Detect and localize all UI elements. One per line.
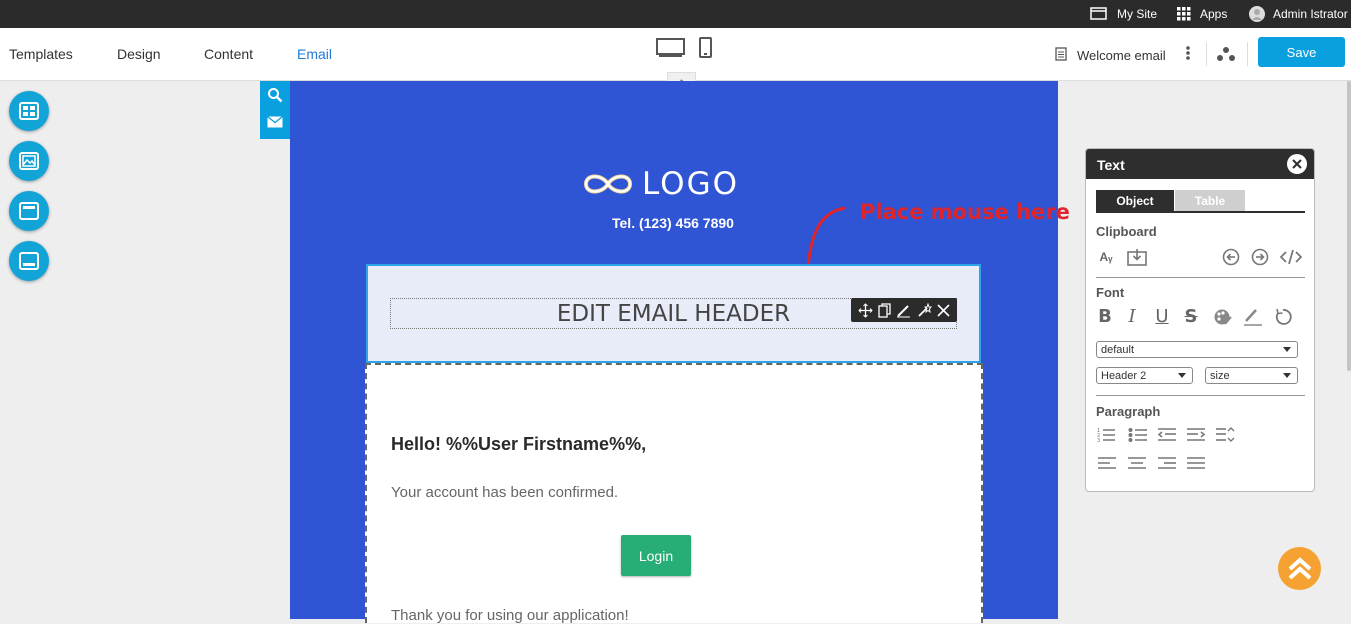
indent-icon[interactable]: [1186, 426, 1206, 444]
format-select[interactable]: Header 2: [1096, 367, 1193, 384]
panel-header: Text: [1086, 149, 1314, 179]
strikethrough-icon[interactable]: S: [1181, 306, 1201, 327]
footer-layout-icon: [19, 252, 39, 270]
chevron-down-icon: [1178, 373, 1186, 378]
tab-content[interactable]: Content: [204, 46, 253, 62]
layout-icon: [19, 102, 39, 120]
font-section-label: Font: [1096, 285, 1125, 300]
element-toolbar: [851, 298, 957, 322]
clipboard-section-label: Clipboard: [1096, 224, 1157, 239]
collapse-toolbar-button[interactable]: [667, 72, 696, 85]
tab-design[interactable]: Design: [117, 46, 161, 62]
section-divider: [1096, 395, 1305, 396]
double-chevron-up-icon: [1288, 556, 1311, 579]
image-blocks-button[interactable]: [9, 141, 49, 181]
email-login-button[interactable]: Login: [621, 535, 691, 576]
my-site-link[interactable]: My Site: [1090, 0, 1157, 28]
kebab-menu-icon[interactable]: [1185, 45, 1191, 61]
line-height-icon[interactable]: [1215, 426, 1235, 444]
chevron-down-icon: [1283, 347, 1291, 352]
font-family-select[interactable]: default: [1096, 341, 1298, 358]
outdent-icon[interactable]: [1157, 426, 1177, 444]
chevron-down-icon: [1283, 373, 1291, 378]
bullet-list-icon[interactable]: [1128, 426, 1148, 444]
close-icon: [1292, 159, 1302, 169]
save-button[interactable]: Save: [1258, 37, 1345, 67]
font-family-value: default: [1101, 344, 1135, 356]
header-layout-icon: [19, 202, 39, 220]
search-icon[interactable]: [267, 87, 283, 103]
toolbar-divider: [1206, 42, 1207, 66]
highlight-icon[interactable]: [1243, 308, 1263, 326]
envelope-icon[interactable]: [267, 116, 283, 128]
page-scrollbar[interactable]: [1347, 81, 1351, 371]
mobile-view-icon[interactable]: [699, 37, 712, 58]
avatar-icon: [1249, 6, 1265, 22]
edit-pencil-icon[interactable]: [896, 303, 911, 318]
grid-icon: [1177, 7, 1191, 21]
ordered-list-icon[interactable]: 123: [1097, 426, 1117, 444]
align-center-icon[interactable]: [1127, 456, 1147, 472]
email-greeting[interactable]: Hello! %%User Firstname%%,: [391, 434, 646, 455]
underline-icon[interactable]: U: [1152, 306, 1172, 327]
admin-bar: My Site Apps Admin Istrator: [0, 0, 1351, 28]
move-icon[interactable]: [857, 302, 873, 318]
reset-format-icon[interactable]: [1274, 308, 1292, 326]
header-blocks-button[interactable]: [9, 191, 49, 231]
panel-close-button[interactable]: [1287, 154, 1307, 174]
font-size-value: size: [1210, 370, 1230, 382]
tab-table[interactable]: Table: [1175, 190, 1245, 211]
tab-object[interactable]: Object: [1096, 190, 1174, 211]
paragraph-section-label: Paragraph: [1096, 404, 1161, 419]
share-icon[interactable]: [1216, 46, 1236, 62]
email-body-text[interactable]: Your account has been confirmed.: [391, 484, 618, 501]
monitor-icon: [1090, 7, 1107, 20]
section-divider: [1096, 277, 1305, 278]
copy-icon[interactable]: [878, 302, 891, 318]
layout-blocks-button[interactable]: [9, 91, 49, 131]
paste-icon[interactable]: [1127, 248, 1147, 266]
redo-icon[interactable]: [1251, 248, 1269, 266]
my-site-label: My Site: [1117, 7, 1158, 21]
logo-text: LOGO: [642, 166, 739, 202]
bold-icon[interactable]: B: [1095, 306, 1115, 327]
email-logo: LOGO: [582, 166, 739, 202]
user-menu[interactable]: Admin Istrator: [1249, 0, 1348, 28]
align-left-icon[interactable]: [1097, 456, 1117, 472]
code-icon[interactable]: [1280, 248, 1302, 266]
align-justify-icon[interactable]: [1186, 456, 1206, 472]
email-closing-text[interactable]: Thank you for using our application!: [391, 607, 629, 624]
text-properties-panel: Text Object Table Clipboard Aᵧ Font B I …: [1085, 148, 1315, 492]
editor-toolbar: Templates Design Content Email Welcome e…: [0, 28, 1351, 85]
apps-label: Apps: [1200, 7, 1228, 21]
document-title: Welcome email: [1077, 48, 1166, 63]
align-right-icon[interactable]: [1157, 456, 1177, 472]
canvas-side-strip: [260, 81, 290, 139]
desktop-view-icon[interactable]: [656, 38, 685, 58]
apps-link[interactable]: Apps: [1177, 0, 1227, 28]
scroll-to-top-button[interactable]: [1278, 547, 1321, 590]
panel-title: Text: [1097, 157, 1125, 173]
magic-wand-icon[interactable]: [917, 302, 932, 318]
tab-underline: [1096, 211, 1305, 213]
format-value: Header 2: [1101, 370, 1147, 382]
svg-text:3: 3: [1097, 438, 1100, 444]
close-icon[interactable]: [937, 303, 950, 317]
translate-icon[interactable]: Aᵧ: [1096, 247, 1116, 267]
annotation-label: Place mouse here: [860, 200, 1070, 224]
tab-email[interactable]: Email: [297, 46, 332, 62]
text-color-icon[interactable]: [1213, 308, 1233, 326]
undo-icon[interactable]: [1222, 248, 1240, 266]
footer-blocks-button[interactable]: [9, 241, 49, 281]
document-icon: [1055, 47, 1067, 61]
toolbar-divider: [1247, 42, 1248, 66]
user-name: Admin Istrator: [1273, 7, 1348, 21]
email-phone: Tel. (123) 456 7890: [612, 215, 734, 231]
image-icon: [19, 152, 39, 170]
tab-templates[interactable]: Templates: [9, 46, 73, 62]
infinity-logo-icon: [583, 174, 633, 194]
italic-icon[interactable]: I: [1122, 306, 1142, 327]
font-size-select[interactable]: size: [1205, 367, 1298, 384]
